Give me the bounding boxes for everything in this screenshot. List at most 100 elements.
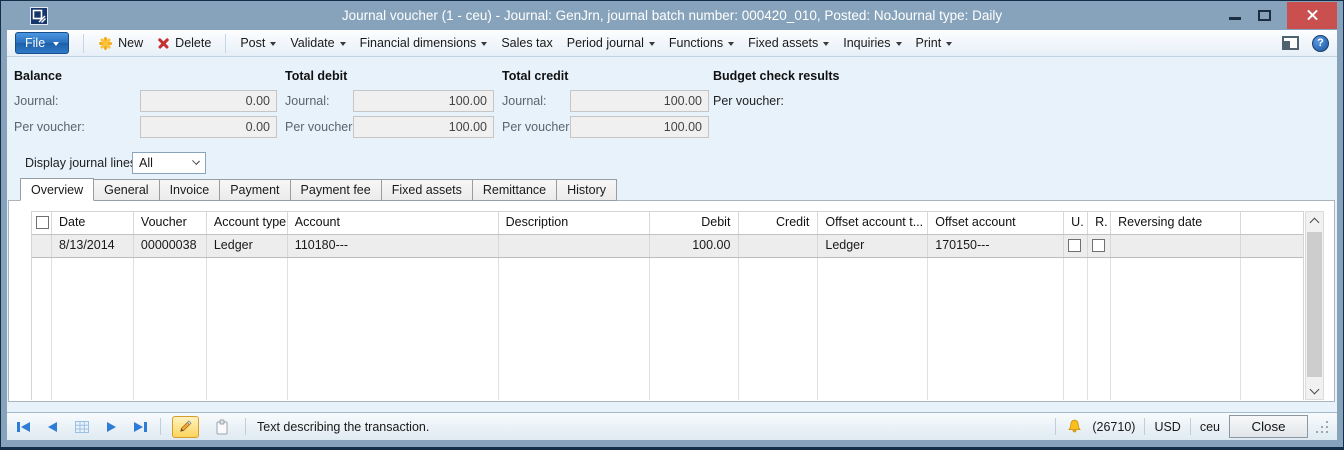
window-title: Journal voucher (1 - ceu) - Journal: Gen… (1, 1, 1343, 30)
statusbar-separator (160, 418, 161, 435)
tab-general[interactable]: General (93, 179, 159, 201)
delete-button-label: Delete (175, 36, 211, 50)
budget-section-title: Budget check results (713, 69, 839, 83)
menu-fixed-assets[interactable]: Fixed assets (748, 36, 829, 50)
currency-indicator[interactable]: USD (1154, 420, 1180, 434)
clipboard-icon (215, 419, 229, 435)
select-all-checkbox[interactable] (36, 216, 49, 229)
column-header-description[interactable]: Description (499, 212, 650, 234)
cell-description[interactable] (499, 235, 650, 257)
menu-period-journal[interactable]: Period journal (567, 36, 655, 50)
menu-post[interactable]: Post (240, 36, 276, 50)
column-header-account[interactable]: Account (288, 212, 499, 234)
column-header-debit[interactable]: Debit (650, 212, 740, 234)
content-area: Balance Total debit Total credit Budget … (7, 57, 1337, 412)
close-icon[interactable] (1287, 2, 1337, 29)
menu-label: Validate (290, 36, 334, 50)
title-bar[interactable]: Journal voucher (1 - ceu) - Journal: Gen… (1, 1, 1343, 30)
menu-sales-tax[interactable]: Sales tax (501, 36, 552, 50)
minimize-icon[interactable] (1229, 17, 1241, 20)
menu-label: Period journal (567, 36, 644, 50)
u-checkbox[interactable] (1068, 239, 1081, 252)
column-header-offset-account-type[interactable]: Offset account t... (818, 212, 928, 234)
menu-label: Financial dimensions (360, 36, 477, 50)
tab-payment-fee[interactable]: Payment fee (290, 179, 382, 201)
tab-remittance[interactable]: Remittance (472, 179, 557, 201)
delete-button[interactable]: Delete (157, 36, 211, 50)
menu-financial-dimensions[interactable]: Financial dimensions (360, 36, 488, 50)
resize-grip[interactable] (1317, 420, 1329, 434)
table-row[interactable]: 8/13/2014 00000038 Ledger 110180--- 100.… (32, 235, 1303, 258)
file-menu-button[interactable]: File (15, 32, 69, 54)
column-header-r[interactable]: R. (1088, 212, 1111, 234)
scroll-down-icon[interactable] (1306, 382, 1323, 399)
vertical-scrollbar[interactable] (1305, 211, 1324, 400)
tab-strip: Overview General Invoice Payment Payment… (20, 178, 616, 201)
balance-journal-label: Journal: (14, 90, 58, 108)
edit-record-button[interactable] (172, 416, 199, 438)
new-button-label: New (118, 36, 143, 50)
document-attachment-button[interactable] (210, 416, 234, 438)
column-header-voucher[interactable]: Voucher (134, 212, 207, 234)
select-all-cell[interactable] (32, 212, 52, 234)
menu-label: Fixed assets (748, 36, 818, 50)
next-record-icon[interactable] (102, 418, 120, 436)
tab-history[interactable]: History (556, 179, 617, 201)
cell-offset-account-type[interactable]: Ledger (818, 235, 928, 257)
notification-count[interactable]: (26710) (1092, 420, 1135, 434)
last-record-icon[interactable] (131, 418, 149, 436)
budget-per-voucher-label: Per voucher: (713, 90, 784, 108)
alerts-bell-icon[interactable] (1065, 418, 1083, 436)
balance-per-voucher-field: 0.00 (140, 116, 277, 138)
company-indicator[interactable]: ceu (1200, 420, 1220, 434)
tab-payment[interactable]: Payment (219, 179, 290, 201)
cell-date[interactable]: 8/13/2014 (52, 235, 134, 257)
maximize-icon[interactable] (1258, 10, 1271, 21)
cell-account-type[interactable]: Ledger (207, 235, 288, 257)
toolbar-separator (83, 34, 84, 53)
menu-inquiries[interactable]: Inquiries (843, 36, 901, 50)
new-star-icon (98, 36, 113, 51)
menu-label: Sales tax (501, 36, 552, 50)
previous-record-icon[interactable] (44, 418, 62, 436)
cell-u[interactable] (1064, 235, 1088, 257)
debit-journal-field: 100.00 (353, 90, 494, 112)
column-header-reversing-date[interactable]: Reversing date (1111, 212, 1241, 234)
tab-invoice[interactable]: Invoice (159, 179, 221, 201)
journal-lines-grid: Date Voucher Account type Account Descri… (31, 211, 1304, 400)
balance-per-voucher-label: Per voucher: (14, 116, 85, 134)
tab-fixed-assets[interactable]: Fixed assets (381, 179, 473, 201)
display-journal-lines-select[interactable]: All (132, 152, 206, 174)
column-header-date[interactable]: Date (52, 212, 134, 234)
statusbar-separator (1144, 418, 1145, 435)
scrollbar-thumb[interactable] (1307, 232, 1322, 377)
column-header-offset-account[interactable]: Offset account (928, 212, 1064, 234)
menu-print[interactable]: Print (916, 36, 953, 50)
cell-debit[interactable]: 100.00 (650, 235, 740, 257)
file-menu-label: File (25, 36, 45, 50)
new-button[interactable]: New (98, 36, 143, 51)
cell-offset-account[interactable]: 170150--- (928, 235, 1064, 257)
menu-validate[interactable]: Validate (290, 36, 345, 50)
menu-functions[interactable]: Functions (669, 36, 734, 50)
grid-view-icon[interactable] (73, 418, 91, 436)
help-icon[interactable]: ? (1312, 35, 1329, 52)
scroll-up-icon[interactable] (1306, 212, 1323, 229)
close-button[interactable]: Close (1229, 415, 1308, 438)
cell-r[interactable] (1088, 235, 1111, 257)
row-selector-cell[interactable] (32, 235, 52, 257)
first-record-icon[interactable] (15, 418, 33, 436)
cell-reversing-date[interactable] (1111, 235, 1241, 257)
credit-per-voucher-label: Per voucher: (502, 116, 573, 134)
cell-account[interactable]: 110180--- (288, 235, 499, 257)
cell-credit[interactable] (739, 235, 818, 257)
pane-layout-icon[interactable] (1282, 36, 1299, 50)
tab-overview[interactable]: Overview (20, 178, 94, 201)
cell-voucher[interactable]: 00000038 (134, 235, 207, 257)
r-checkbox[interactable] (1092, 239, 1105, 252)
column-header-credit[interactable]: Credit (739, 212, 818, 234)
column-header-u[interactable]: U. (1064, 212, 1088, 234)
chevron-down-icon (823, 42, 829, 46)
grid-empty-area[interactable] (32, 258, 1303, 400)
column-header-account-type[interactable]: Account type (207, 212, 288, 234)
